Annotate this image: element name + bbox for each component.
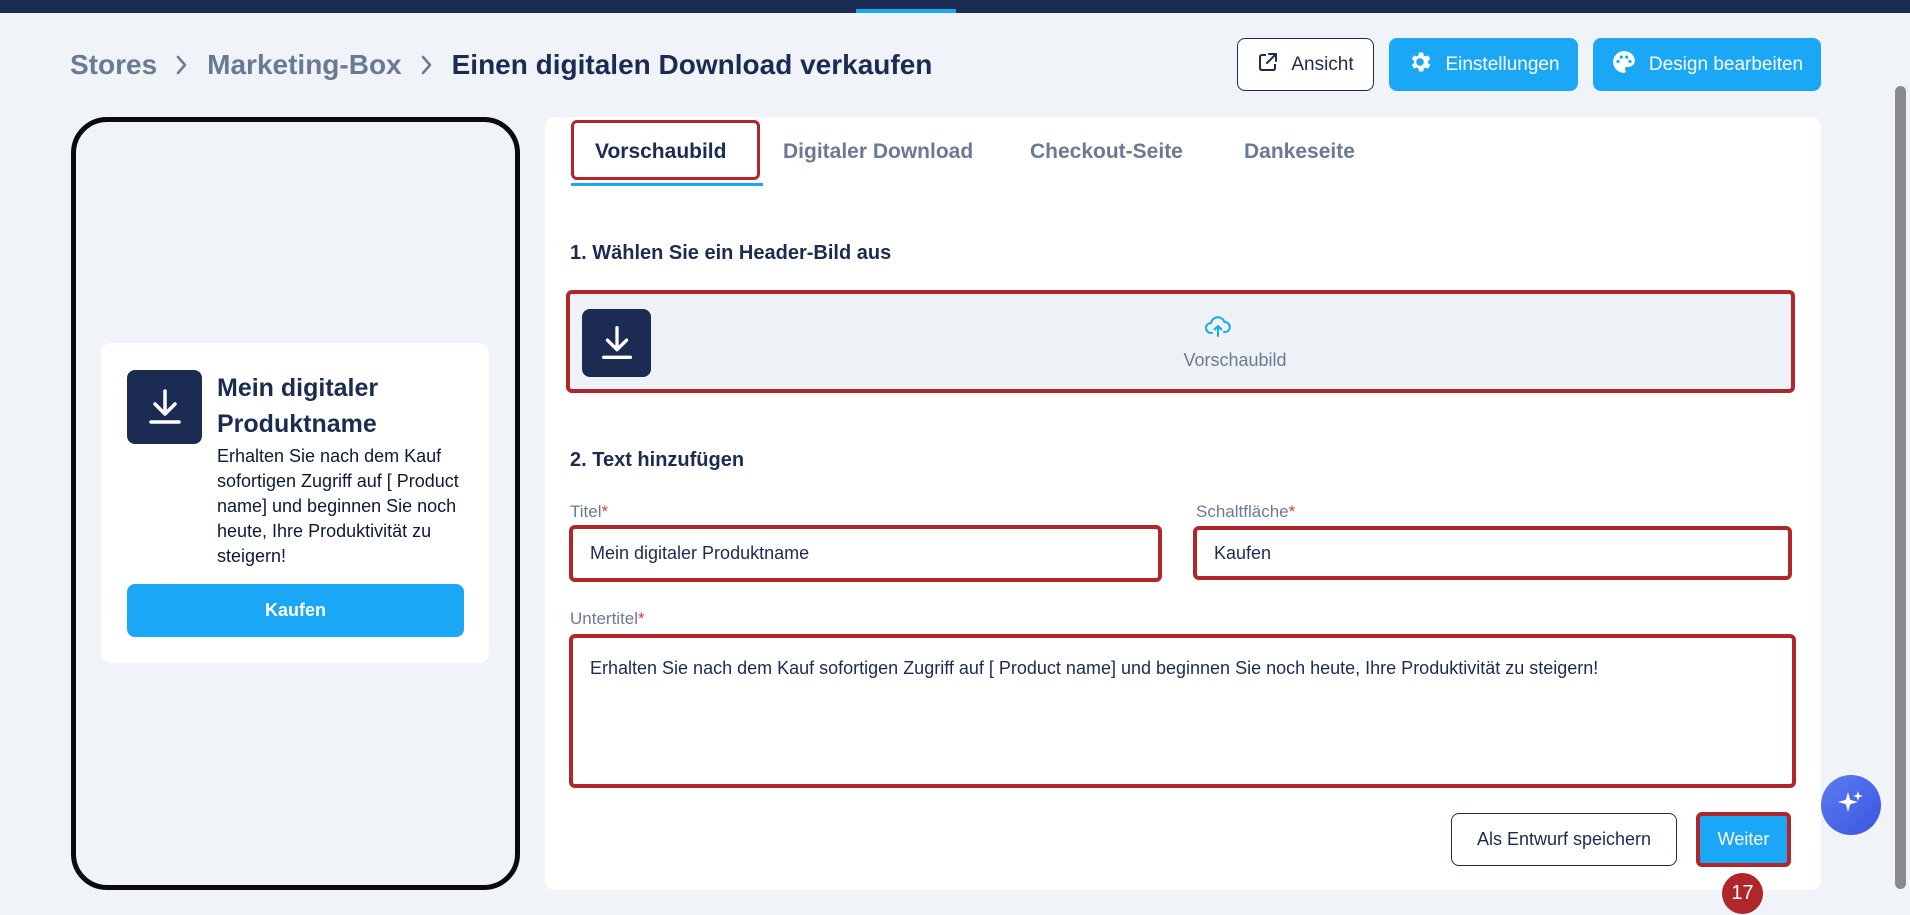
next-button[interactable]: Weiter xyxy=(1696,812,1791,867)
button-text-field-label: Schaltfläche* xyxy=(1196,502,1296,521)
tab-digital-download[interactable]: Digitaler Download xyxy=(783,117,973,187)
chevron-right-icon xyxy=(175,54,189,76)
title-field-label: Titel* xyxy=(570,502,609,521)
ai-assistant-button[interactable] xyxy=(1821,775,1881,835)
tab-thank-you-page[interactable]: Dankeseite xyxy=(1244,117,1355,187)
breadcrumb: Stores Marketing-Box Einen digitalen Dow… xyxy=(70,47,932,83)
download-icon xyxy=(127,370,202,444)
download-icon xyxy=(582,309,651,377)
preview-card: Mein digitaler Produktname Erhalten Sie … xyxy=(101,343,489,663)
tab-highlight-box xyxy=(571,120,760,180)
title-field[interactable]: Mein digitaler Produktname xyxy=(569,525,1162,582)
header-image-upload[interactable]: Vorschaubild xyxy=(566,290,1795,393)
top-bar-active-indicator xyxy=(856,9,956,13)
edit-design-button[interactable]: Design bearbeiten xyxy=(1593,38,1821,91)
cloud-upload-icon xyxy=(1205,316,1231,343)
subtitle-field-label: Untertitel* xyxy=(570,609,645,628)
palette-icon xyxy=(1611,49,1637,81)
breadcrumb-item-stores[interactable]: Stores xyxy=(70,49,157,81)
subtitle-textarea[interactable]: Erhalten Sie nach dem Kauf sofortigen Zu… xyxy=(569,634,1796,788)
breadcrumb-item-marketing-box[interactable]: Marketing-Box xyxy=(207,49,401,81)
tab-checkout-page[interactable]: Checkout-Seite xyxy=(1030,117,1183,187)
section-header-image-heading: 1. Wählen Sie ein Header-Bild aus xyxy=(570,242,892,264)
view-button[interactable]: Ansicht xyxy=(1237,38,1374,91)
tab-active-underline xyxy=(571,183,763,186)
preview-text: Erhalten Sie nach dem Kauf sofortigen Zu… xyxy=(217,446,459,566)
editor-panel: Vorschaubild Digitaler Download Checkout… xyxy=(545,117,1821,890)
button-text-field[interactable]: Kaufen xyxy=(1193,526,1792,580)
section-text-heading: 2. Text hinzufügen xyxy=(570,449,745,471)
preview-buy-button[interactable]: Kaufen xyxy=(127,584,464,637)
chevron-right-icon xyxy=(420,54,434,76)
view-button-label: Ansicht xyxy=(1291,53,1354,75)
save-draft-button[interactable]: Als Entwurf speichern xyxy=(1451,813,1677,866)
preview-title: Mein digitaler Produktname xyxy=(217,374,379,438)
settings-button[interactable]: Einstellungen xyxy=(1389,38,1578,91)
external-link-icon xyxy=(1257,51,1279,79)
edit-design-button-label: Design bearbeiten xyxy=(1648,53,1804,75)
settings-button-label: Einstellungen xyxy=(1445,53,1560,75)
gear-icon xyxy=(1407,49,1433,81)
step-badge: 17 xyxy=(1722,873,1763,914)
upload-label: Vorschaubild xyxy=(1183,350,1287,370)
page-title: Einen digitalen Download verkaufen xyxy=(451,49,933,80)
sparkle-icon xyxy=(1836,788,1866,823)
scrollbar-thumb[interactable] xyxy=(1895,86,1906,889)
